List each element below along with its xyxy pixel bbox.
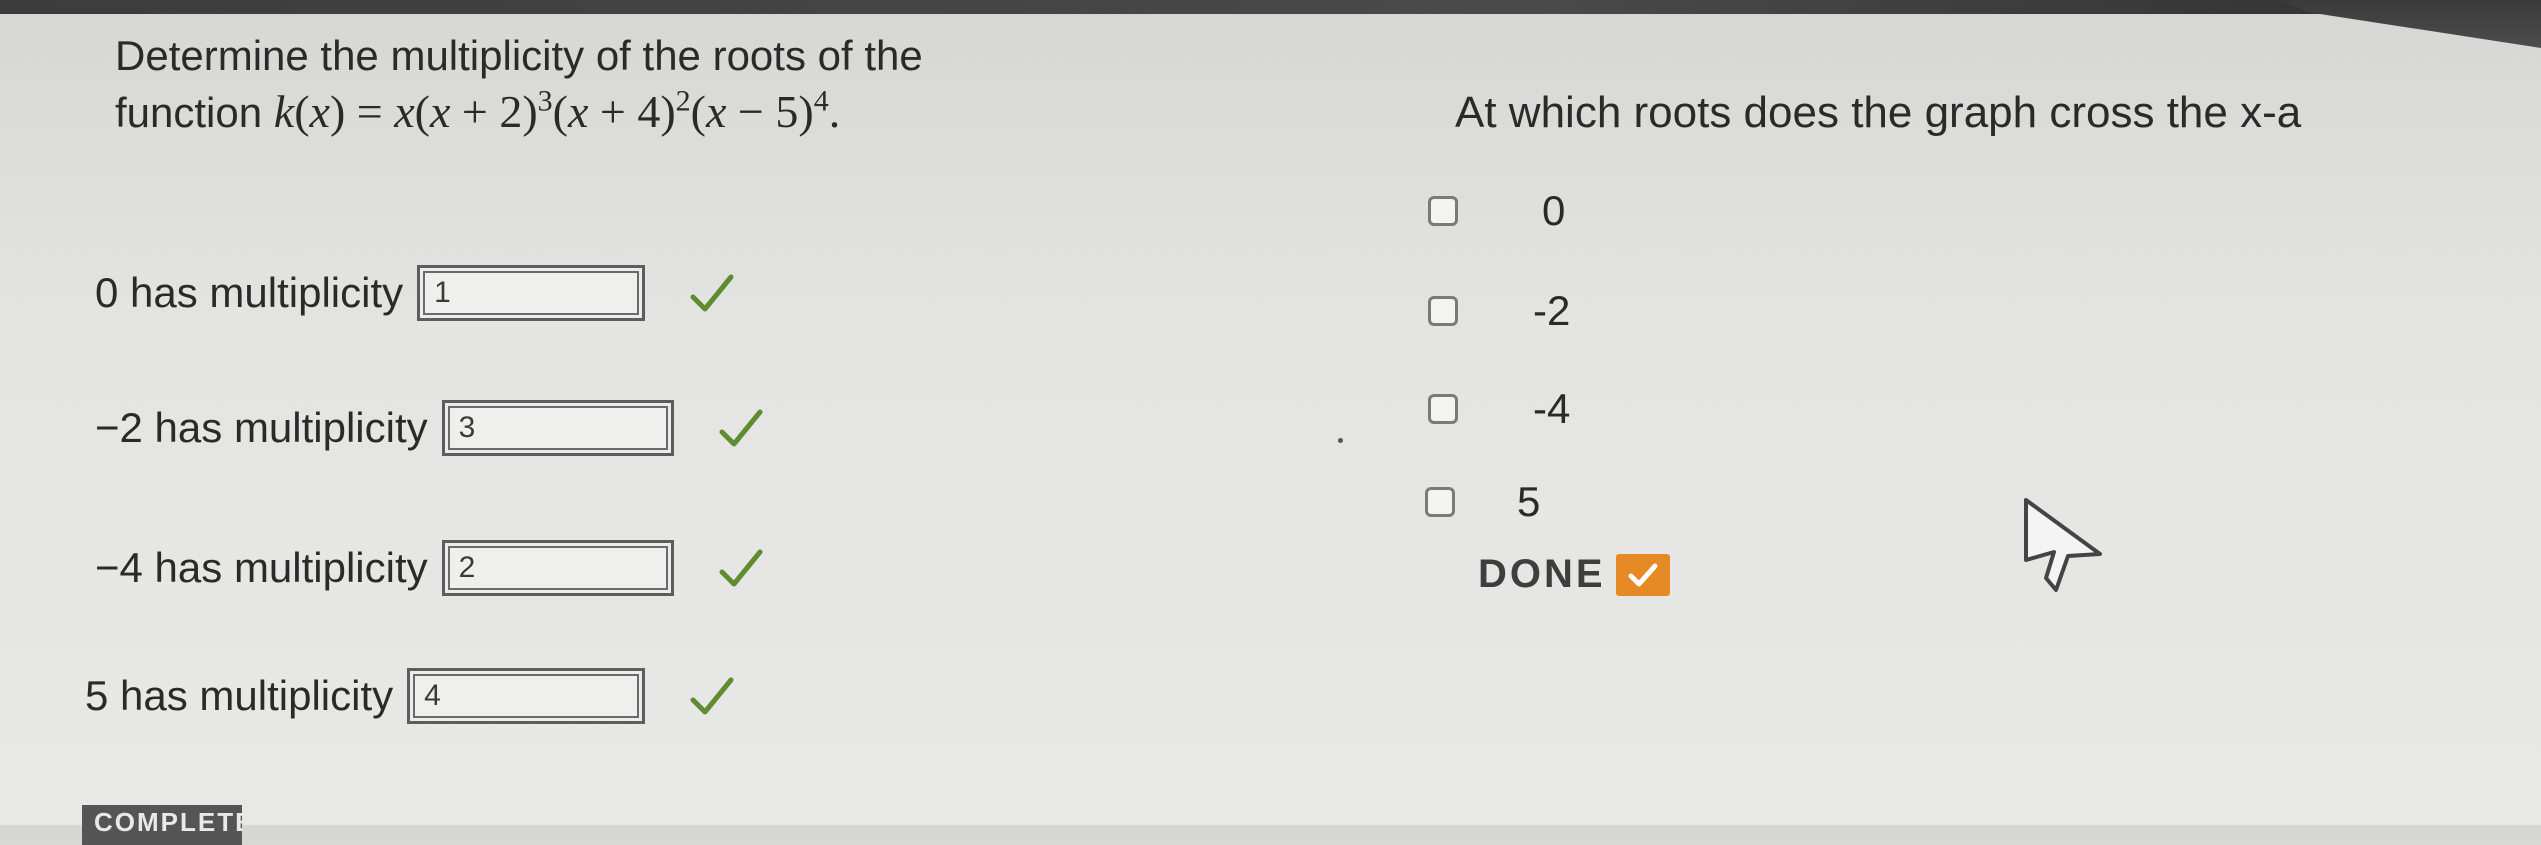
function-formula: k(x) = x(x + 2)3(x + 4)2(x − 5)4. (273, 84, 841, 137)
answer-row-root-5: 5 has multiplicity 4 (85, 668, 735, 724)
top-corner-shadow (2281, 0, 2541, 48)
checkbox-root-neg2[interactable] (1428, 296, 1458, 326)
answer-label: −4 has multiplicity (95, 544, 428, 591)
mouse-cursor-icon (2024, 498, 2102, 592)
checkmark-icon (690, 274, 734, 312)
top-window-bar (0, 0, 2541, 14)
option-label: -2 (1533, 287, 1571, 334)
option-root-5[interactable]: 5 (1425, 478, 1540, 526)
question-line-2-prefix: function (115, 89, 274, 136)
decorative-dot (1338, 438, 1343, 443)
option-root-0[interactable]: 0 (1428, 187, 1565, 235)
answer-row-root-neg4: −4 has multiplicity 2 (95, 540, 764, 596)
answer-row-root-neg2: −2 has multiplicity 3 (95, 400, 764, 456)
answer-row-root-0: 0 has multiplicity 1 (95, 265, 735, 321)
option-root-neg4[interactable]: -4 (1428, 385, 1570, 433)
multiplicity-input-root-neg2[interactable]: 3 (441, 400, 674, 456)
checkbox-root-5[interactable] (1425, 487, 1455, 517)
answer-label: −2 has multiplicity (95, 404, 428, 451)
option-label: 0 (1542, 187, 1566, 234)
checkmark-icon (719, 549, 763, 587)
done-label: DONE (1478, 552, 1606, 596)
checkbox-root-neg4[interactable] (1428, 394, 1458, 424)
option-label: -4 (1533, 385, 1571, 432)
done-button[interactable]: DONE (1478, 552, 1670, 597)
checkmark-icon (1628, 563, 1658, 586)
complete-badge: COMPLETE (82, 805, 242, 845)
question-line-2: function k(x) = x(x + 2)3(x + 4)2(x − 5)… (115, 84, 923, 141)
option-root-neg2[interactable]: -2 (1428, 287, 1570, 335)
option-label: 5 (1517, 478, 1541, 525)
multiplicity-question: Determine the multiplicity of the roots … (115, 28, 923, 141)
multiplicity-input-root-neg4[interactable]: 2 (441, 540, 674, 596)
answer-label: 5 has multiplicity (85, 672, 394, 719)
checkbox-root-0[interactable] (1428, 196, 1458, 226)
cross-question-text: At which roots does the graph cross the … (1455, 88, 2302, 137)
multiplicity-input-root-0[interactable]: 1 (417, 265, 646, 321)
checkmark-icon (690, 677, 734, 715)
checkmark-icon (719, 409, 763, 447)
answer-label: 0 has multiplicity (95, 269, 404, 316)
multiplicity-input-root-5[interactable]: 4 (407, 668, 646, 724)
function-name: k (273, 86, 295, 137)
question-line-1: Determine the multiplicity of the roots … (115, 32, 923, 79)
done-status (1615, 553, 1670, 596)
